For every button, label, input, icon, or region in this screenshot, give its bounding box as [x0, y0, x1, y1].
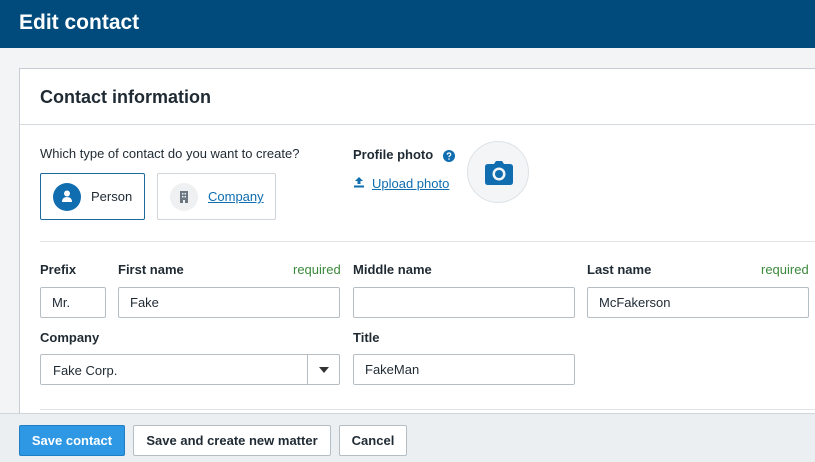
- contact-type-question: Which type of contact do you want to cre…: [40, 146, 300, 161]
- first-name-label: First name: [118, 262, 184, 277]
- first-name-input[interactable]: Fake: [118, 287, 340, 318]
- prefix-input[interactable]: Mr.: [40, 287, 106, 318]
- last-name-required: required: [761, 262, 809, 277]
- profile-photo-placeholder[interactable]: [467, 141, 529, 203]
- footer-bar: Save contact Save and create new matter …: [0, 413, 815, 462]
- middle-name-input[interactable]: [353, 287, 575, 318]
- building-icon: [170, 183, 198, 211]
- company-type-button[interactable]: Company: [157, 173, 276, 220]
- title-input[interactable]: FakeMan: [353, 354, 575, 385]
- company-label: Company: [40, 330, 100, 345]
- section-divider: [40, 409, 815, 410]
- section-divider: [40, 241, 815, 242]
- profile-photo-label: Profile photo: [353, 147, 434, 162]
- title-label: Title: [353, 330, 380, 345]
- upload-icon[interactable]: [353, 175, 365, 188]
- person-icon: [53, 183, 81, 211]
- company-select-value: Fake Corp.: [53, 363, 118, 378]
- first-name-required: required: [293, 262, 341, 277]
- card-divider: [20, 124, 815, 125]
- page-title: Edit contact: [19, 11, 140, 34]
- card-title: Contact information: [40, 87, 211, 107]
- last-name-input[interactable]: McFakerson: [587, 287, 809, 318]
- save-and-create-matter-button[interactable]: Save and create new matter: [133, 425, 331, 456]
- save-contact-button[interactable]: Save contact: [19, 425, 125, 456]
- person-type-button[interactable]: Person: [40, 173, 145, 220]
- select-divider: [307, 355, 308, 384]
- company-select[interactable]: Fake Corp.: [40, 354, 340, 385]
- last-name-label: Last name: [587, 262, 652, 277]
- company-type-label: Company: [208, 189, 264, 204]
- cancel-button[interactable]: Cancel: [339, 425, 407, 456]
- person-type-label: Person: [91, 189, 133, 204]
- middle-name-label: Middle name: [353, 262, 432, 277]
- chevron-down-icon[interactable]: [319, 367, 329, 373]
- prefix-label: Prefix: [40, 262, 77, 277]
- contact-info-card: Contact information Which type of contac…: [19, 68, 815, 428]
- header-bar: Edit contact: [0, 0, 815, 48]
- help-icon[interactable]: [443, 149, 455, 162]
- upload-photo-link[interactable]: Upload photo: [372, 176, 449, 191]
- camera-icon: [485, 161, 513, 185]
